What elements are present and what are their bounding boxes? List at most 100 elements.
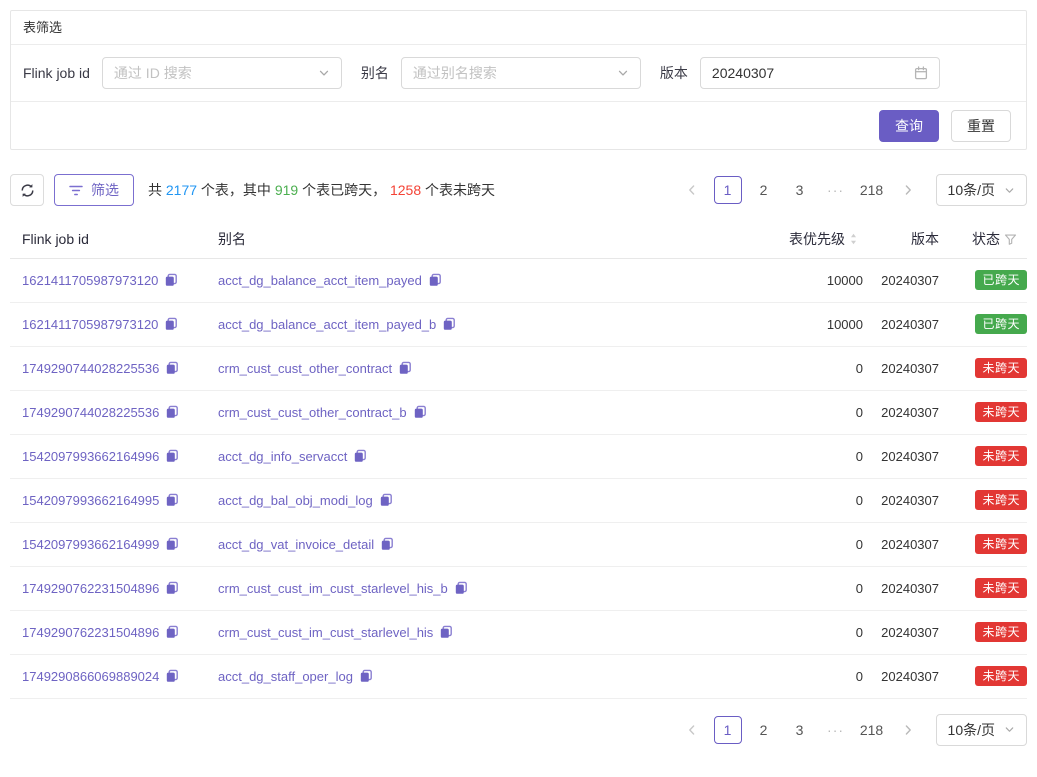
sort-icon[interactable] bbox=[849, 232, 858, 246]
page-button-last[interactable]: 218 bbox=[858, 176, 886, 204]
copy-icon[interactable] bbox=[442, 317, 456, 331]
table-row: 1621411705987973120 acct_dg_balance_acct… bbox=[10, 258, 1027, 302]
alias-value[interactable]: crm_cust_cust_other_contract_b bbox=[218, 405, 407, 420]
status-cell: 未跨天 bbox=[939, 654, 1027, 698]
crossed-count: 919 bbox=[275, 182, 298, 198]
alias-value[interactable]: crm_cust_cust_im_cust_starlevel_his_b bbox=[218, 581, 448, 596]
chevron-down-icon bbox=[1004, 724, 1015, 735]
alias-value[interactable]: crm_cust_cust_other_contract bbox=[218, 361, 392, 376]
copy-icon[interactable] bbox=[165, 405, 179, 419]
prev-page-button[interactable] bbox=[678, 716, 706, 744]
flink-job-id-value[interactable]: 1749290744028225536 bbox=[22, 405, 159, 420]
alias-input[interactable] bbox=[413, 65, 611, 81]
copy-icon[interactable] bbox=[379, 493, 393, 507]
copy-icon[interactable] bbox=[439, 625, 453, 639]
status-cell: 未跨天 bbox=[939, 610, 1027, 654]
page-button-3[interactable]: 3 bbox=[786, 716, 814, 744]
funnel-filter-icon[interactable] bbox=[1004, 233, 1017, 246]
status-cell: 未跨天 bbox=[939, 478, 1027, 522]
flink-job-id-value[interactable]: 1749290744028225536 bbox=[22, 361, 159, 376]
copy-icon[interactable] bbox=[454, 581, 468, 595]
alias-value[interactable]: acct_dg_bal_obj_modi_log bbox=[218, 493, 373, 508]
filter-card: 表筛选 Flink job id 别名 版本 bbox=[10, 10, 1027, 150]
status-badge: 未跨天 bbox=[975, 446, 1027, 466]
alias-value[interactable]: acct_dg_info_servacct bbox=[218, 449, 347, 464]
page-button-3[interactable]: 3 bbox=[786, 176, 814, 204]
calendar-icon[interactable] bbox=[914, 66, 928, 80]
page-ellipsis[interactable]: ··· bbox=[822, 176, 850, 204]
flink-job-id-cell: 1749290866069889024 bbox=[22, 669, 179, 684]
copy-icon[interactable] bbox=[380, 537, 394, 551]
version-date-picker[interactable] bbox=[700, 57, 940, 89]
version-input[interactable] bbox=[712, 65, 908, 81]
query-button[interactable]: 查询 bbox=[879, 110, 939, 142]
flink-job-id-cell: 1621411705987973120 bbox=[22, 317, 178, 332]
copy-icon[interactable] bbox=[359, 669, 373, 683]
prev-page-button[interactable] bbox=[678, 176, 706, 204]
flink-job-id-input[interactable] bbox=[114, 65, 312, 81]
alias-value[interactable]: acct_dg_vat_invoice_detail bbox=[218, 537, 374, 552]
alias-value[interactable]: acct_dg_balance_acct_item_payed_b bbox=[218, 317, 436, 332]
flink-job-id-value[interactable]: 1542097993662164995 bbox=[22, 493, 159, 508]
flink-job-id-value[interactable]: 1749290762231504896 bbox=[22, 625, 159, 640]
flink-job-id-cell: 1749290762231504896 bbox=[22, 625, 179, 640]
copy-icon[interactable] bbox=[398, 361, 412, 375]
page-button-2[interactable]: 2 bbox=[750, 176, 778, 204]
flink-job-id-value[interactable]: 1542097993662164999 bbox=[22, 537, 159, 552]
status-badge: 未跨天 bbox=[975, 666, 1027, 686]
page-button-1[interactable]: 1 bbox=[714, 176, 742, 204]
alias-select[interactable] bbox=[401, 57, 641, 89]
flink-job-id-cell: 1749290744028225536 bbox=[22, 361, 179, 376]
flink-job-id-value[interactable]: 1621411705987973120 bbox=[22, 273, 158, 288]
header-status[interactable]: 状态 bbox=[939, 221, 1027, 258]
copy-icon[interactable] bbox=[165, 625, 179, 639]
reset-button[interactable]: 重置 bbox=[951, 110, 1011, 142]
next-page-button[interactable] bbox=[894, 716, 922, 744]
copy-icon[interactable] bbox=[428, 273, 442, 287]
copy-icon[interactable] bbox=[165, 581, 179, 595]
copy-icon[interactable] bbox=[165, 449, 179, 463]
copy-icon[interactable] bbox=[165, 493, 179, 507]
page-button-last[interactable]: 218 bbox=[858, 716, 886, 744]
copy-icon[interactable] bbox=[164, 273, 178, 287]
copy-icon[interactable] bbox=[165, 669, 179, 683]
page-button-2[interactable]: 2 bbox=[750, 716, 778, 744]
page-button-1[interactable]: 1 bbox=[714, 716, 742, 744]
copy-icon[interactable] bbox=[165, 537, 179, 551]
status-badge: 已跨天 bbox=[975, 314, 1027, 334]
flink-job-id-cell: 1749290762231504896 bbox=[22, 581, 179, 596]
priority-cell: 0 bbox=[723, 654, 863, 698]
flink-job-id-cell: 1542097993662164995 bbox=[22, 493, 179, 508]
alias-cell: acct_dg_info_servacct bbox=[218, 449, 367, 464]
table-row: 1621411705987973120 acct_dg_balance_acct… bbox=[10, 302, 1027, 346]
alias-value[interactable]: crm_cust_cust_im_cust_starlevel_his bbox=[218, 625, 433, 640]
flink-job-id-value[interactable]: 1621411705987973120 bbox=[22, 317, 158, 332]
header-flink-job-id: Flink job id bbox=[10, 221, 206, 258]
version-cell: 20240307 bbox=[863, 434, 939, 478]
copy-icon[interactable] bbox=[413, 405, 427, 419]
filter-lines-icon bbox=[69, 185, 83, 196]
copy-icon[interactable] bbox=[353, 449, 367, 463]
alias-value[interactable]: acct_dg_balance_acct_item_payed bbox=[218, 273, 422, 288]
version-cell: 20240307 bbox=[863, 654, 939, 698]
page-ellipsis[interactable]: ··· bbox=[822, 716, 850, 744]
alias-cell: acct_dg_vat_invoice_detail bbox=[218, 537, 394, 552]
flink-job-id-value[interactable]: 1749290762231504896 bbox=[22, 581, 159, 596]
next-page-button[interactable] bbox=[894, 176, 922, 204]
alias-value[interactable]: acct_dg_staff_oper_log bbox=[218, 669, 353, 684]
page-size-select[interactable]: 10条/页 bbox=[936, 174, 1027, 206]
filter-button[interactable]: 筛选 bbox=[54, 174, 134, 206]
copy-icon[interactable] bbox=[165, 361, 179, 375]
flink-job-id-value[interactable]: 1749290866069889024 bbox=[22, 669, 159, 684]
filter-actions-row: 查询 重置 bbox=[11, 102, 1026, 149]
header-priority[interactable]: 表优先级 bbox=[723, 221, 863, 258]
flink-job-id-select[interactable] bbox=[102, 57, 342, 89]
copy-icon[interactable] bbox=[164, 317, 178, 331]
page-size-select[interactable]: 10条/页 bbox=[936, 714, 1027, 746]
table-row: 1749290762231504896 crm_cust_cust_im_cus… bbox=[10, 610, 1027, 654]
refresh-button[interactable] bbox=[10, 174, 44, 206]
refresh-icon bbox=[20, 183, 35, 198]
alias-cell: crm_cust_cust_im_cust_starlevel_his bbox=[218, 625, 453, 640]
flink-job-id-value[interactable]: 1542097993662164996 bbox=[22, 449, 159, 464]
status-badge: 未跨天 bbox=[975, 358, 1027, 378]
